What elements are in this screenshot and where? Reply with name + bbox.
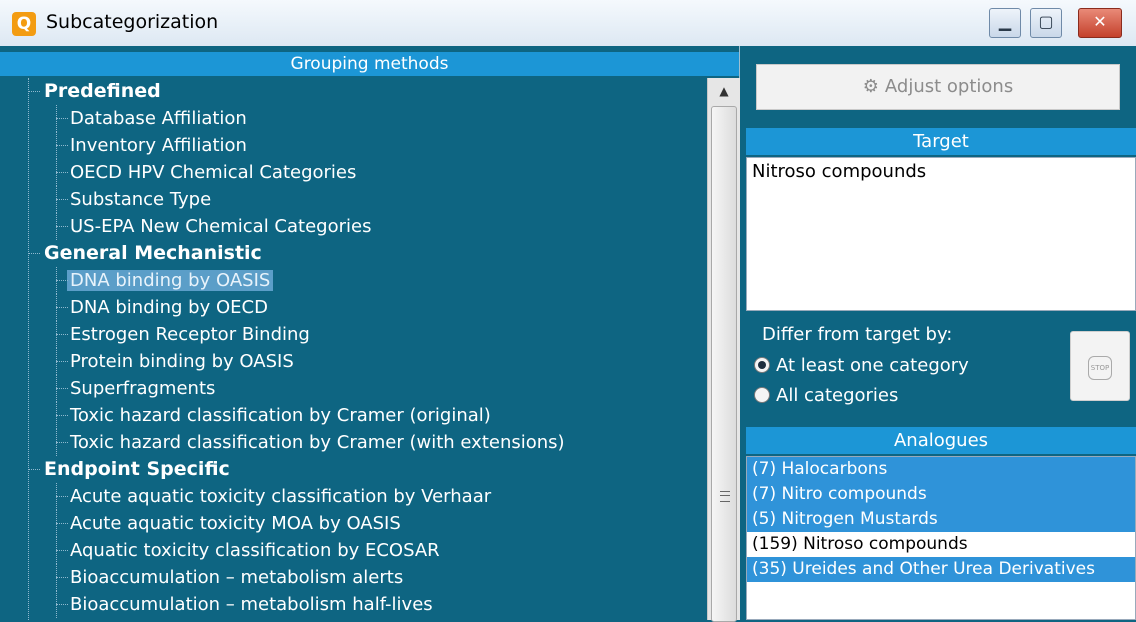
tree-item[interactable]: Superfragments bbox=[0, 375, 706, 402]
radio-all-categories-label: All categories bbox=[776, 385, 899, 406]
scroll-thumb[interactable] bbox=[711, 106, 737, 622]
maximize-button[interactable]: ▢ bbox=[1030, 8, 1062, 38]
settings-icon: ⚙ bbox=[862, 76, 879, 97]
analogue-item[interactable]: (159) Nitroso compounds bbox=[747, 532, 1135, 557]
target-box[interactable]: Nitroso compounds bbox=[746, 157, 1136, 311]
tree-item-label: Bioaccumulation – metabolism alerts bbox=[70, 567, 404, 588]
tree-item[interactable]: Inventory Affiliation bbox=[0, 132, 706, 159]
tree-item[interactable]: OECD HPV Chemical Categories bbox=[0, 159, 706, 186]
differ-from-target-label: Differ from target by: bbox=[762, 324, 953, 345]
tree-group[interactable]: Predefined bbox=[0, 78, 706, 105]
tree-item-label: DNA binding by OECD bbox=[70, 297, 268, 318]
tree-item-label: DNA binding by OASIS bbox=[67, 270, 274, 291]
title-bar: Q Subcategorization ▁ ▢ ✕ bbox=[0, 0, 1136, 47]
tree-item[interactable]: DNA binding by OECD bbox=[0, 294, 706, 321]
tree-item[interactable]: Toxic hazard classification by Cramer (o… bbox=[0, 402, 706, 429]
tree-item-label: Toxic hazard classification by Cramer (w… bbox=[70, 432, 565, 453]
tree-item-label: US-EPA New Chemical Categories bbox=[70, 216, 372, 237]
tree-group[interactable]: Endpoint Specific bbox=[0, 456, 706, 483]
tree-item-label: OECD HPV Chemical Categories bbox=[70, 162, 357, 183]
scroll-up-arrow-icon[interactable]: ▲ bbox=[708, 78, 740, 104]
vertical-scrollbar[interactable]: ▲ bbox=[707, 78, 740, 622]
tree-item[interactable]: DNA binding by OASIS bbox=[0, 267, 706, 294]
tree-item[interactable]: Toxic hazard classification by Cramer (w… bbox=[0, 429, 706, 456]
tree-item[interactable]: Database Affiliation bbox=[0, 105, 706, 132]
grouping-methods-tree: Predefined Database Affiliation Inventory … bbox=[0, 78, 706, 620]
tree-item-label: Inventory Affiliation bbox=[70, 135, 247, 156]
radio-unselected-icon bbox=[754, 387, 770, 403]
stop-button[interactable]: STOP bbox=[1070, 331, 1130, 401]
radio-at-least-one-label: At least one category bbox=[776, 355, 969, 376]
tree-item[interactable]: Protein binding by OASIS bbox=[0, 348, 706, 375]
tree-item-label: Superfragments bbox=[70, 378, 216, 399]
window-title: Subcategorization bbox=[46, 11, 219, 33]
grouping-methods-header: Grouping methods bbox=[0, 52, 739, 76]
tree-group[interactable]: General Mechanistic bbox=[0, 240, 706, 267]
tree-item[interactable]: US-EPA New Chemical Categories bbox=[0, 213, 706, 240]
tree-item[interactable]: Acute aquatic toxicity MOA by OASIS bbox=[0, 510, 706, 537]
target-value: Nitroso compounds bbox=[752, 161, 927, 182]
tree-item-label: Bioaccumulation – metabolism half-lives bbox=[70, 594, 433, 615]
tree-item-label: Database Affiliation bbox=[70, 108, 247, 129]
tree-item[interactable]: Aquatic toxicity classification by ECOSA… bbox=[0, 537, 706, 564]
tree-item-label: Acute aquatic toxicity classification by… bbox=[70, 486, 492, 507]
adjust-options-label: Adjust options bbox=[884, 76, 1014, 97]
scroll-grip-icon bbox=[720, 491, 730, 502]
tree-item-label: Protein binding by OASIS bbox=[70, 351, 294, 372]
analogues-header: Analogues bbox=[746, 427, 1136, 454]
tree-item[interactable]: Bioaccumulation – metabolism alerts bbox=[0, 564, 706, 591]
radio-all-categories[interactable]: All categories bbox=[754, 384, 898, 408]
tree-item[interactable]: Bioaccumulation – metabolism half-lives bbox=[0, 591, 706, 618]
radio-selected-icon bbox=[754, 357, 770, 373]
analogue-item[interactable]: (35) Ureides and Other Urea Derivatives bbox=[747, 557, 1135, 582]
analogues-list[interactable]: (7) Halocarbons (7) Nitro compounds (5) Ni… bbox=[746, 456, 1136, 620]
analogue-item[interactable]: (7) Nitro compounds bbox=[747, 482, 1135, 507]
options-panel: ⚙ Adjust options Target Nitroso compounds… bbox=[740, 46, 1136, 620]
analogue-item[interactable]: (7) Halocarbons bbox=[747, 457, 1135, 482]
tree-item[interactable]: Estrogen Receptor Binding bbox=[0, 321, 706, 348]
tree-item-label: Toxic hazard classification by Cramer (o… bbox=[70, 405, 491, 426]
target-header: Target bbox=[746, 128, 1136, 155]
stop-icon: STOP bbox=[1088, 356, 1112, 380]
grouping-methods-panel: Grouping methods Predefined Database Affi… bbox=[0, 46, 740, 622]
adjust-options-button[interactable]: ⚙ Adjust options bbox=[756, 64, 1120, 110]
radio-at-least-one[interactable]: At least one category bbox=[754, 354, 969, 378]
tree-item-label: Aquatic toxicity classification by ECOSA… bbox=[70, 540, 440, 561]
tree-item-label: Acute aquatic toxicity MOA by OASIS bbox=[70, 513, 401, 534]
tree-item[interactable]: Substance Type bbox=[0, 186, 706, 213]
tree-item-label: Substance Type bbox=[70, 189, 212, 210]
tree-item[interactable]: Acute aquatic toxicity classification by… bbox=[0, 483, 706, 510]
close-button[interactable]: ✕ bbox=[1078, 8, 1122, 38]
app-icon: Q bbox=[12, 12, 36, 36]
analogue-item[interactable]: (5) Nitrogen Mustards bbox=[747, 507, 1135, 532]
minimize-button[interactable]: ▁ bbox=[989, 8, 1021, 38]
tree-item-label: Estrogen Receptor Binding bbox=[70, 324, 310, 345]
